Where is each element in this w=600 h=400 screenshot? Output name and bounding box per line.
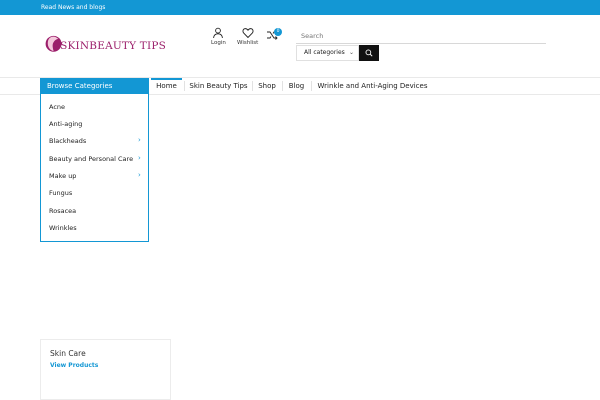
login-link[interactable]: Login — [211, 27, 226, 46]
chevron-right-icon[interactable]: › — [138, 171, 141, 179]
heart-icon — [242, 28, 254, 39]
search-icon — [365, 49, 373, 57]
category-item-wrinkles[interactable]: Wrinkles — [49, 224, 77, 232]
nav-divider — [252, 81, 253, 91]
wishlist-label: Wishlist — [237, 40, 259, 46]
category-item-make-up[interactable]: Make up — [49, 172, 76, 180]
skin-care-card: Skin Care View Products — [40, 339, 171, 400]
card-title: Skin Care — [50, 349, 86, 358]
category-item-fungus[interactable]: Fungus — [49, 189, 72, 197]
nav-wrinkle-devices[interactable]: Wrinkle and Anti-Aging Devices — [316, 78, 429, 94]
login-label: Login — [211, 40, 226, 46]
category-item-rosacea[interactable]: Rosacea — [49, 207, 76, 215]
compare-count-badge: 0 — [274, 28, 282, 36]
chevron-right-icon[interactable]: › — [138, 154, 141, 162]
category-item-blackheads[interactable]: Blackheads — [49, 137, 86, 145]
category-item-acne[interactable]: Acne — [49, 103, 65, 111]
nav-skin-beauty-tips[interactable]: Skin Beauty Tips — [188, 78, 249, 94]
chevron-right-icon[interactable]: › — [138, 136, 141, 144]
search-input[interactable] — [296, 28, 546, 44]
category-item-beauty-personal-care[interactable]: Beauty and Personal Care — [49, 155, 133, 163]
nav-shop[interactable]: Shop — [256, 78, 278, 94]
category-select-value: All categories — [304, 49, 345, 56]
category-select[interactable]: All categories ⌄ — [296, 45, 359, 61]
top-bar: Read News and blogs — [0, 0, 600, 15]
search-button[interactable] — [359, 45, 379, 61]
browse-categories-panel: Browse Categories Acne Anti-aging Blackh… — [40, 78, 149, 242]
logo-text: SKINBEAUTY TIPS — [60, 39, 166, 52]
nav-divider — [184, 81, 185, 91]
top-bar-text: Read News and blogs — [41, 4, 106, 11]
site-logo[interactable]: SKINBEAUTY TIPS — [44, 28, 166, 58]
nav-blog[interactable]: Blog — [286, 78, 307, 94]
compare-link[interactable]: 0 — [266, 28, 282, 41]
user-icon — [213, 27, 224, 39]
view-products-link[interactable]: View Products — [50, 362, 98, 369]
wishlist-link[interactable]: Wishlist — [237, 27, 258, 46]
category-item-anti-aging[interactable]: Anti-aging — [49, 120, 82, 128]
nav-divider — [311, 81, 312, 91]
browse-categories-title: Browse Categories — [41, 79, 148, 94]
chevron-down-icon: ⌄ — [348, 49, 354, 56]
nav-home[interactable]: Home — [151, 78, 182, 94]
nav-divider — [282, 81, 283, 91]
